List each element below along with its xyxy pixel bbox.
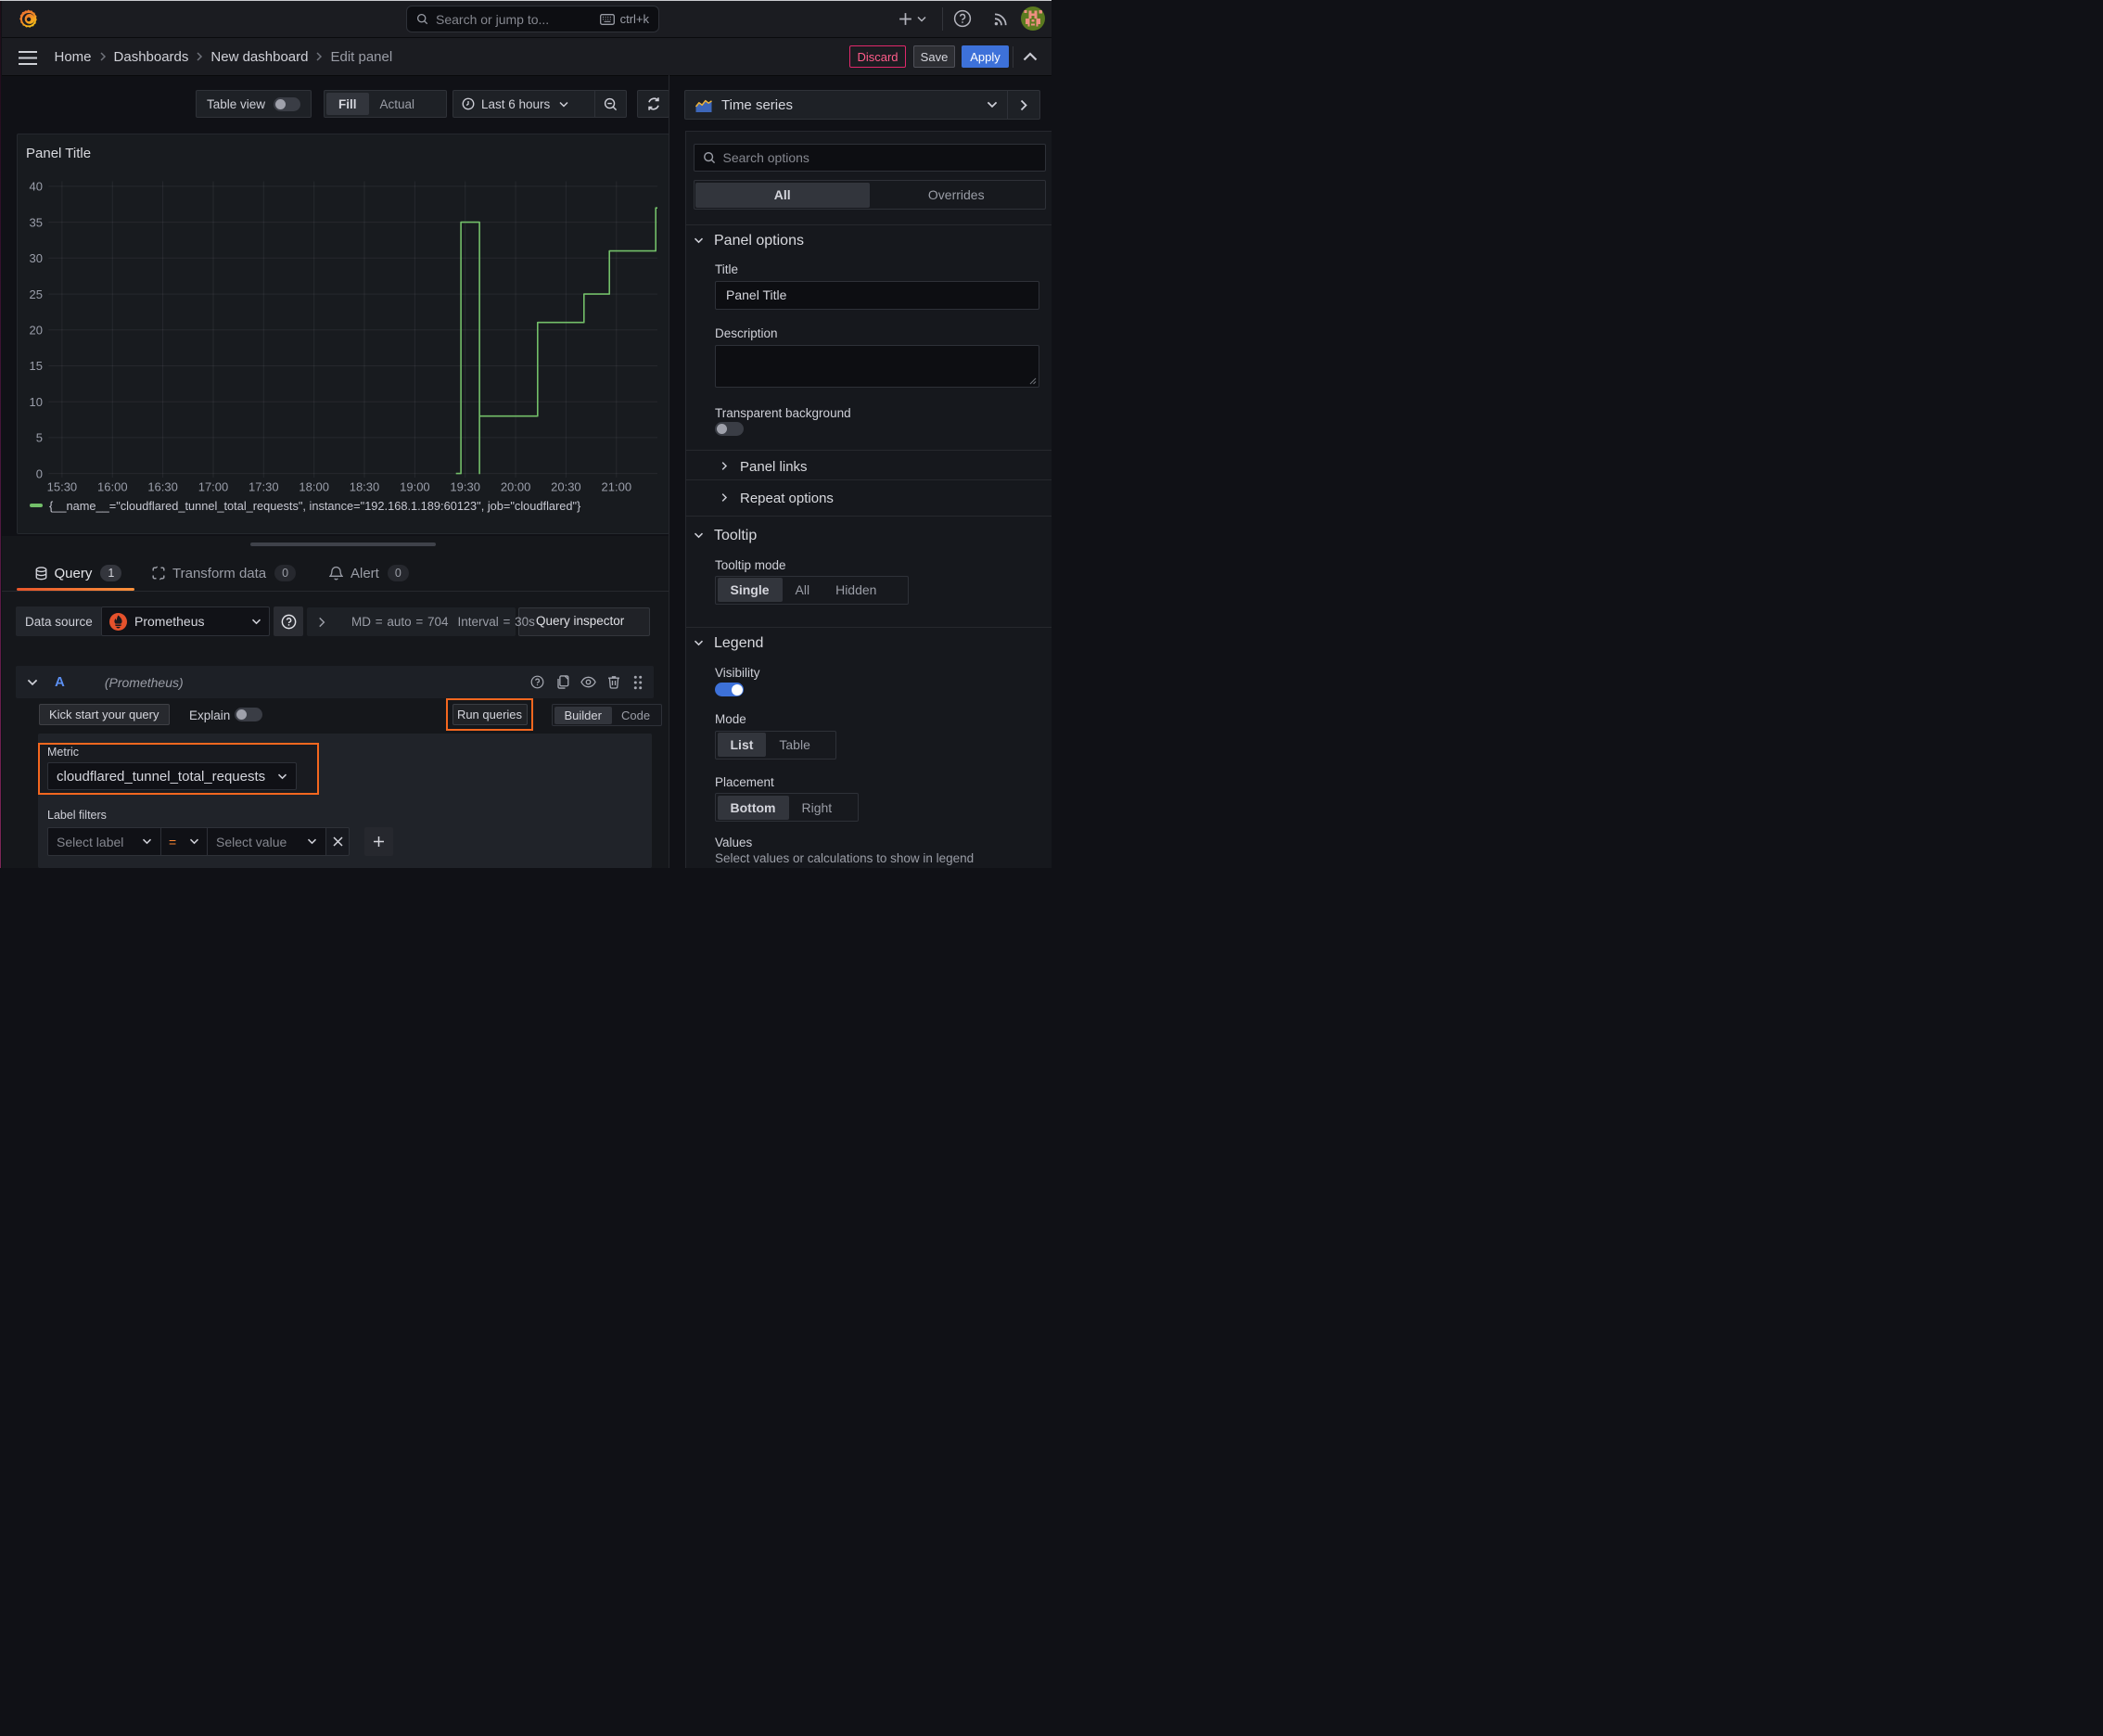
svg-text:18:30: 18:30 bbox=[350, 480, 380, 494]
svg-text:20:30: 20:30 bbox=[551, 480, 581, 494]
svg-text:40: 40 bbox=[30, 180, 43, 194]
svg-text:10: 10 bbox=[30, 395, 43, 409]
svg-text:25: 25 bbox=[30, 287, 43, 301]
svg-text:20: 20 bbox=[30, 324, 43, 338]
svg-text:16:00: 16:00 bbox=[97, 480, 128, 494]
svg-text:19:30: 19:30 bbox=[450, 480, 480, 494]
svg-text:0: 0 bbox=[36, 466, 43, 480]
svg-text:15: 15 bbox=[30, 359, 43, 373]
svg-text:16:30: 16:30 bbox=[147, 480, 178, 494]
svg-text:15:30: 15:30 bbox=[47, 480, 78, 494]
svg-text:20:00: 20:00 bbox=[501, 480, 531, 494]
svg-text:19:00: 19:00 bbox=[400, 480, 430, 494]
svg-text:30: 30 bbox=[30, 251, 43, 265]
svg-text:17:00: 17:00 bbox=[198, 480, 229, 494]
svg-text:35: 35 bbox=[30, 215, 43, 229]
svg-text:21:00: 21:00 bbox=[602, 480, 632, 494]
svg-text:18:00: 18:00 bbox=[299, 480, 329, 494]
svg-text:17:30: 17:30 bbox=[249, 480, 279, 494]
svg-text:5: 5 bbox=[36, 431, 43, 445]
